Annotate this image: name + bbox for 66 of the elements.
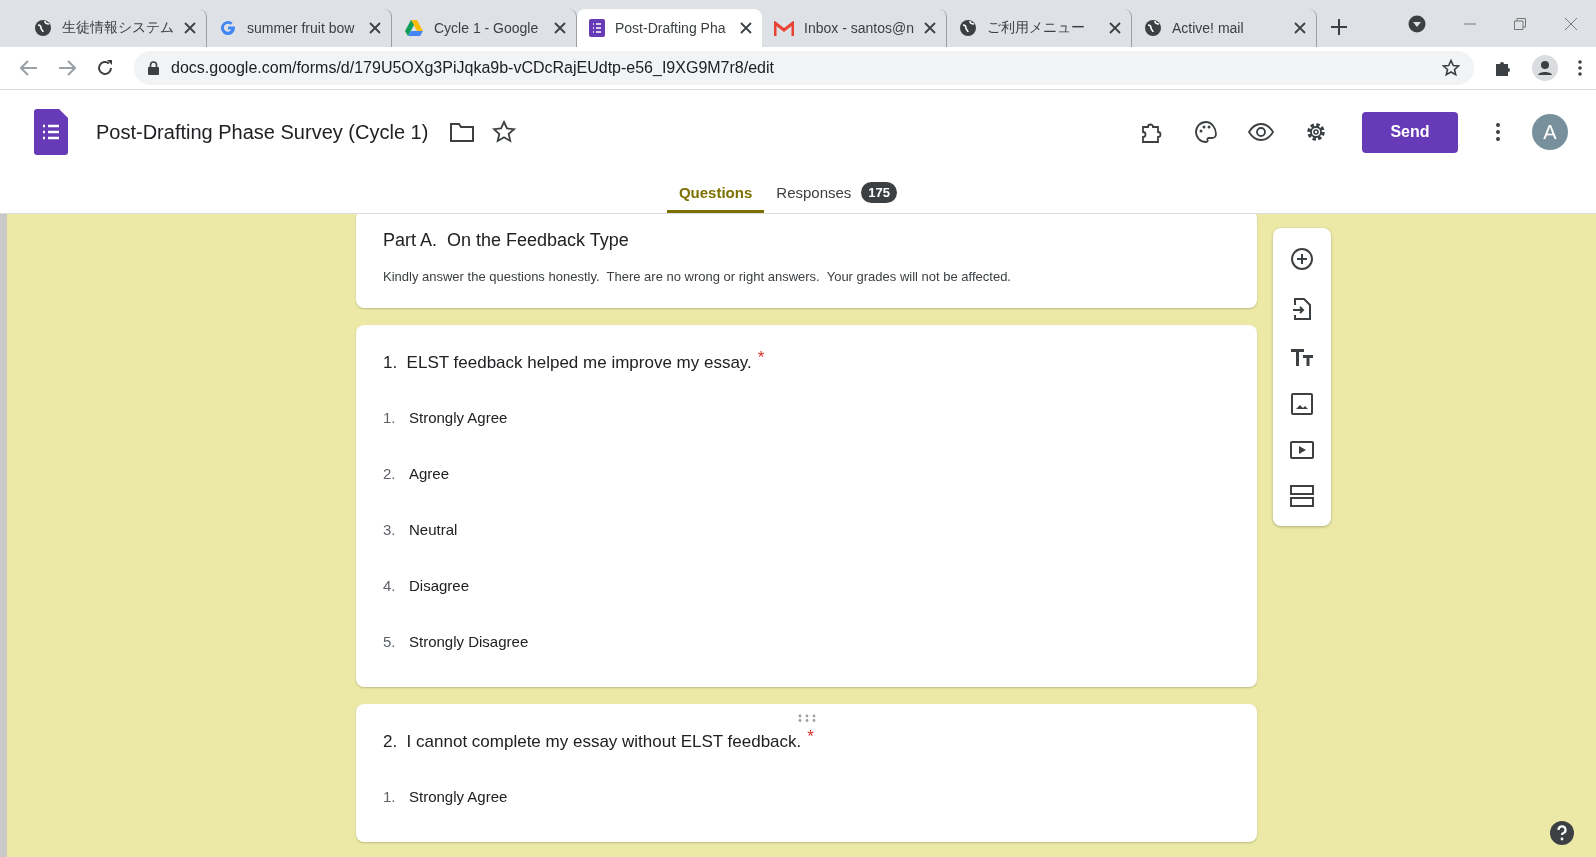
option-number: 1. <box>383 787 397 805</box>
option-label: Strongly Agree <box>409 408 508 426</box>
add-icon[interactable] <box>1290 247 1314 271</box>
puzzle-icon[interactable] <box>1494 59 1512 77</box>
image-icon[interactable] <box>1291 393 1313 415</box>
folder-icon[interactable] <box>450 122 475 142</box>
google-icon <box>219 19 237 37</box>
option-number: 4. <box>383 576 397 594</box>
forward-icon[interactable] <box>58 60 76 76</box>
option-number: 5. <box>383 632 397 650</box>
settings-icon[interactable] <box>1304 120 1328 144</box>
import-icon[interactable] <box>1292 297 1312 321</box>
required-mark: * <box>807 728 814 745</box>
form-icon <box>34 109 68 155</box>
close-icon[interactable] <box>740 22 752 34</box>
text-icon[interactable] <box>1290 347 1314 367</box>
globe-icon <box>34 19 52 37</box>
plus-icon[interactable] <box>1331 19 1347 35</box>
globe-icon <box>1144 19 1162 37</box>
close-icon[interactable] <box>924 22 936 34</box>
form-title[interactable]: Post-Drafting Phase Survey (Cycle 1) <box>96 120 429 144</box>
response-count: 175 <box>861 181 898 203</box>
browser-tab[interactable]: Post-Drafting Pha <box>577 9 762 47</box>
mail-icon <box>774 20 794 36</box>
address-bar[interactable]: docs.google.com/forms/d/179U5OXg3PiJqka9b-vCDcRajEUdtp-e56_I9XG9M7r8/edit <box>134 51 1474 85</box>
option-label: Strongly Agree <box>409 787 508 805</box>
option-number: 1. <box>383 408 397 426</box>
required-mark: * <box>757 349 765 366</box>
close-icon[interactable] <box>184 22 196 34</box>
form-tab[interactable]: Responses 175 <box>764 174 910 213</box>
reload-icon[interactable] <box>96 59 114 77</box>
tab-label: Responses <box>776 183 852 201</box>
eye-icon[interactable] <box>1248 123 1274 141</box>
menu-icon[interactable] <box>1578 60 1582 76</box>
lock-icon <box>148 61 159 75</box>
star-icon[interactable] <box>1442 59 1460 77</box>
section-description: Kindly answer the questions honestly. There are no wrong or right answers. Your grades will not be affected. <box>383 269 1012 284</box>
drag-handle-icon[interactable] <box>797 714 816 722</box>
form-icon <box>589 19 605 37</box>
more-icon[interactable] <box>1496 123 1500 141</box>
profile-icon[interactable] <box>1532 55 1558 81</box>
back-icon[interactable] <box>20 60 38 76</box>
close-icon[interactable] <box>1109 22 1121 34</box>
video-icon[interactable] <box>1290 441 1314 459</box>
option-label: Strongly Disagree <box>409 632 529 650</box>
section-icon[interactable] <box>1290 485 1314 507</box>
drive-icon <box>404 19 424 37</box>
question-text: 2. I cannot complete my essay without ELST feedback. <box>383 732 802 752</box>
star-icon[interactable] <box>492 120 517 144</box>
dropdown-icon[interactable] <box>1408 14 1426 33</box>
globe-icon <box>959 19 977 37</box>
tab-label: Questions <box>678 183 753 201</box>
question-text: 1. ELST feedback helped me improve my essay. <box>383 353 752 373</box>
option-label: Disagree <box>409 576 470 594</box>
option-number: 3. <box>383 520 397 538</box>
close-icon[interactable] <box>1294 22 1306 34</box>
option-number: 2. <box>383 464 397 482</box>
close-icon[interactable] <box>369 22 381 34</box>
option-label: Neutral <box>409 520 458 538</box>
option-label: Agree <box>409 464 450 482</box>
help-icon[interactable] <box>1550 821 1574 845</box>
section-title: Part A. On the Feedback Type <box>383 230 630 251</box>
restore-icon[interactable] <box>1514 17 1526 30</box>
close-icon[interactable] <box>554 22 566 34</box>
send-button[interactable]: Send <box>1362 111 1458 153</box>
palette-icon[interactable] <box>1194 120 1218 144</box>
